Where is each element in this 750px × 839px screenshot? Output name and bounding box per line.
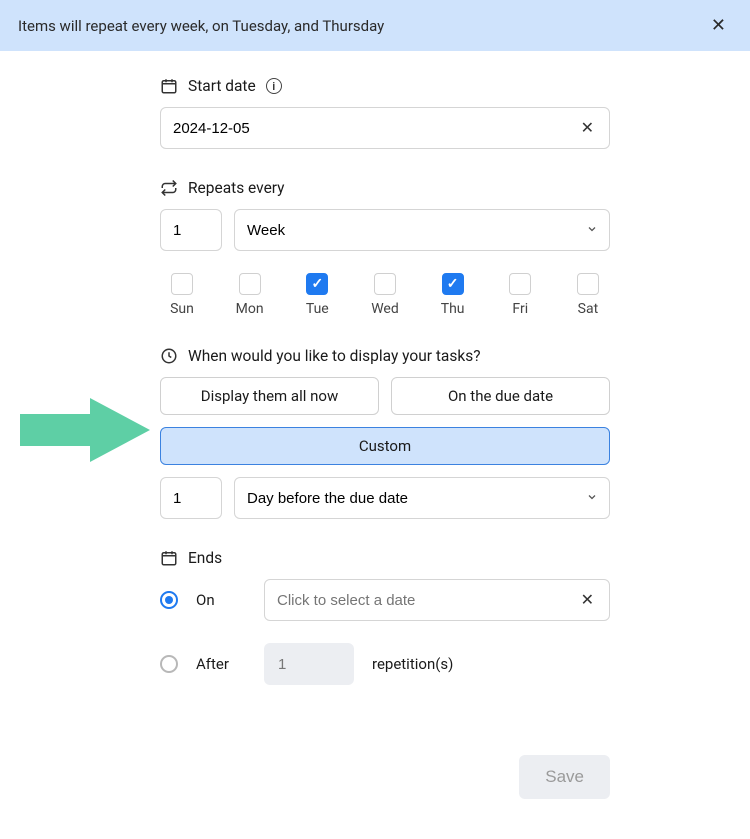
start-date-label: Start date bbox=[188, 77, 256, 95]
info-icon[interactable]: i bbox=[266, 78, 282, 94]
day-label: Wed bbox=[371, 301, 399, 317]
day-checkbox-sat[interactable] bbox=[577, 273, 599, 295]
display-label: When would you like to display your task… bbox=[188, 347, 481, 365]
repeat-interval-input[interactable] bbox=[160, 209, 222, 251]
clear-end-date-icon[interactable]: ✕ bbox=[575, 589, 600, 611]
day-wed: Wed bbox=[363, 273, 407, 317]
save-button[interactable]: Save bbox=[519, 755, 610, 799]
start-date-header: Start date i bbox=[160, 77, 610, 95]
day-label: Fri bbox=[512, 301, 528, 317]
repetition-count-input bbox=[264, 643, 354, 685]
day-label: Mon bbox=[236, 301, 264, 317]
clear-start-date-icon[interactable]: ✕ bbox=[575, 117, 600, 139]
day-checkbox-fri[interactable] bbox=[509, 273, 531, 295]
day-checkbox-mon[interactable] bbox=[239, 273, 261, 295]
day-fri: Fri bbox=[498, 273, 542, 317]
day-thu: Thu bbox=[431, 273, 475, 317]
repeat-unit-select[interactable]: Week bbox=[234, 209, 610, 251]
ends-label: Ends bbox=[188, 549, 222, 567]
day-label: Sat bbox=[578, 301, 599, 317]
ends-on-radio[interactable] bbox=[160, 591, 178, 609]
repetition-suffix: repetition(s) bbox=[372, 655, 453, 673]
weekday-picker: Sun Mon Tue Wed Thu Fri Sat bbox=[160, 273, 610, 317]
repeat-icon bbox=[160, 179, 178, 197]
day-sat: Sat bbox=[566, 273, 610, 317]
calendar-icon bbox=[160, 549, 178, 567]
day-label: Thu bbox=[441, 301, 465, 317]
display-on-due-date-button[interactable]: On the due date bbox=[391, 377, 610, 415]
repeats-header: Repeats every bbox=[160, 179, 610, 197]
ends-on-label: On bbox=[196, 591, 246, 609]
display-header: When would you like to display your task… bbox=[160, 347, 610, 365]
day-tue: Tue bbox=[295, 273, 339, 317]
day-label: Sun bbox=[170, 301, 194, 317]
close-icon[interactable]: ✕ bbox=[705, 15, 732, 36]
day-label: Tue bbox=[306, 301, 329, 317]
info-banner: Items will repeat every week, on Tuesday… bbox=[0, 0, 750, 51]
day-checkbox-wed[interactable] bbox=[374, 273, 396, 295]
banner-text: Items will repeat every week, on Tuesday… bbox=[18, 17, 384, 35]
calendar-icon bbox=[160, 77, 178, 95]
display-custom-button[interactable]: Custom bbox=[160, 427, 610, 465]
ends-header: Ends bbox=[160, 549, 610, 567]
day-checkbox-tue[interactable] bbox=[306, 273, 328, 295]
day-mon: Mon bbox=[228, 273, 272, 317]
clock-icon bbox=[160, 347, 178, 365]
end-date-input[interactable] bbox=[264, 579, 610, 621]
ends-after-label: After bbox=[196, 655, 246, 673]
start-date-input[interactable] bbox=[160, 107, 610, 149]
day-checkbox-sun[interactable] bbox=[171, 273, 193, 295]
ends-after-radio[interactable] bbox=[160, 655, 178, 673]
day-sun: Sun bbox=[160, 273, 204, 317]
custom-count-input[interactable] bbox=[160, 477, 222, 519]
day-checkbox-thu[interactable] bbox=[442, 273, 464, 295]
custom-unit-select[interactable]: Day before the due date bbox=[234, 477, 610, 519]
repeats-label: Repeats every bbox=[188, 179, 285, 197]
display-all-now-button[interactable]: Display them all now bbox=[160, 377, 379, 415]
